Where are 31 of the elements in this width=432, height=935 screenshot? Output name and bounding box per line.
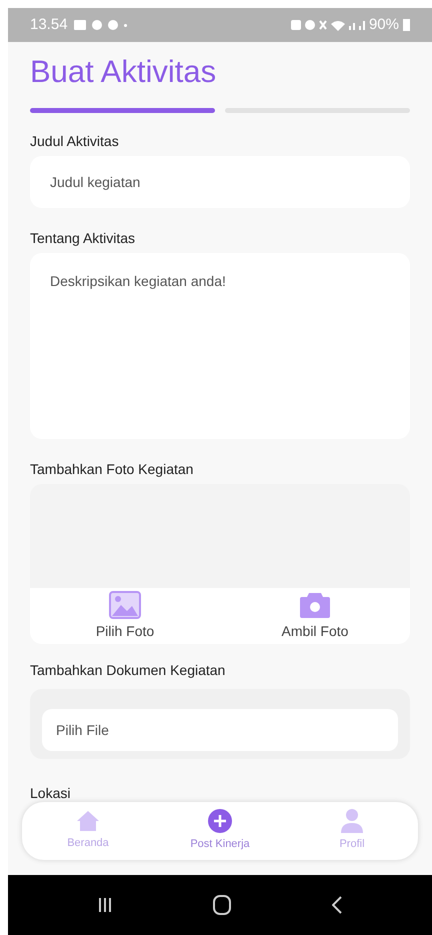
person-icon [341,809,363,834]
nav-tab[interactable]: Post Kinerja [154,809,286,853]
nav-tab[interactable]: Profil [286,809,418,853]
field-label: Tambahkan Foto Kegiatan [30,460,194,479]
battery-icon [403,19,410,31]
signal-icon [358,20,365,30]
field-label: Lokasi [30,784,72,803]
wifi-icon [330,20,345,30]
text-area[interactable]: Deskripsikan kegiatan anda! [30,253,410,439]
file-picker-field[interactable]: Pilih File [42,709,398,751]
field-label: Judul Aktivitas [30,132,120,151]
nav-tab[interactable]: Beranda [22,810,154,852]
plus-icon [208,809,232,834]
photo-option-button[interactable]: Ambil Foto [220,588,410,644]
circle-icon [92,20,102,30]
camera-icon [299,590,331,618]
photo-option-button[interactable]: Pilih Foto [30,588,220,644]
back-icon[interactable] [332,896,342,914]
field-label: Tambahkan Dokumen Kegiatan [30,661,226,680]
image-icon [109,590,141,618]
recent-apps-icon[interactable] [98,897,112,913]
clock: 13.54 [30,14,68,35]
signal-icon [348,20,355,30]
field-label: Tentang Aktivitas [30,229,136,248]
dot-icon [124,24,127,26]
circle-icon [108,20,118,30]
page-title: Buat Aktivitas [30,53,218,91]
battery-level: 90% [368,14,399,35]
house-icon [76,810,100,832]
home-icon[interactable] [212,895,231,915]
input-field[interactable]: Judul kegiatan [30,156,410,208]
